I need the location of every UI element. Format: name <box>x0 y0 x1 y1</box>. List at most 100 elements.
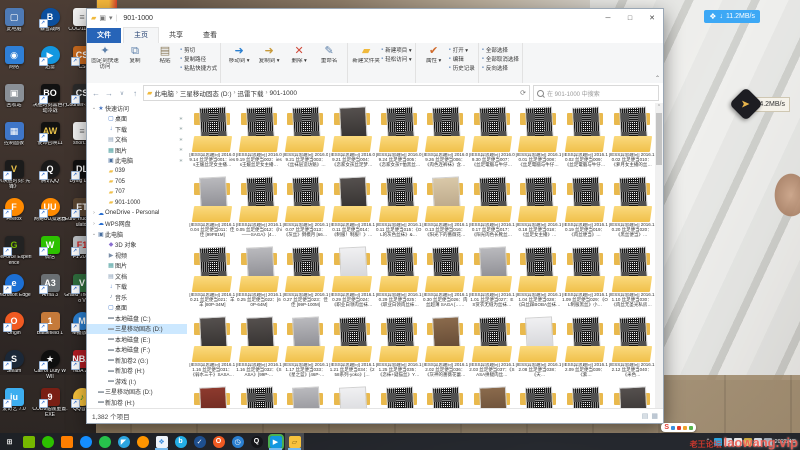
breadcrumb-segment[interactable]: 此电脑 <box>154 88 174 98</box>
file-item[interactable]: [IESS异思趣向] 2016.12.09 丝足便当039：《紫… <box>562 316 609 387</box>
file-item[interactable]: [IESS异思趣向] 2016.10.29 丝足便当024：《职业白领肉丝袜… <box>329 246 376 317</box>
sogou-tool-icon-3[interactable] <box>689 425 693 430</box>
thunder-bird-icon[interactable]: ➤ <box>729 87 764 121</box>
up-button[interactable]: ↑ <box>130 89 140 98</box>
taskbar-thunder[interactable]: ▶ <box>266 433 285 450</box>
file-item[interactable]: [IESS异思趣向] 2016.10.17 丝足便当017：《阳光肉色长靴丝… <box>469 176 516 247</box>
sidebar-item-705[interactable]: ▰ 705 <box>87 177 187 188</box>
search-box[interactable]: 在 901-1000 中搜索 <box>533 85 659 101</box>
taskbar-app-green[interactable] <box>95 433 114 450</box>
vertical-scrollbar[interactable]: ⌃ <box>655 103 663 409</box>
file-item[interactable]: [IESS异思趣向] 2016.10.02 丝足便当009：《丝足電腦与牛仔… <box>562 106 609 177</box>
sidebar-item-文档[interactable]: ▤ 文档 <box>87 271 187 282</box>
forward-button[interactable]: → <box>104 89 114 98</box>
maximize-button[interactable]: □ <box>619 9 641 27</box>
file-item[interactable]: [IESS异思趣向] 2016.12.03 丝足便当037：《SASA拼腿肉丝… <box>469 316 516 387</box>
taskbar-wechat[interactable] <box>38 433 57 450</box>
sidebar-item-OneDrive - Personal[interactable]: › ☁ OneDrive - Personal <box>87 208 187 219</box>
file-item[interactable]: [IESS异思趣向] 2016.09.19 丝足便当002：iess王媛丝足女主… <box>236 106 283 177</box>
taskbar-cluster-app[interactable]: ❖ <box>152 433 171 450</box>
breadcrumb-segment[interactable]: 迅雷下载 <box>238 88 264 98</box>
sidebar-item-下载[interactable]: ↓ 下载 <box>87 282 187 293</box>
file-item[interactable]: [IESS异思趣向] 2016.10.04 丝足便当011：佳佳 [99P81M… <box>189 176 236 247</box>
refresh-icon[interactable]: ⟳ <box>520 89 526 97</box>
file-item[interactable] <box>329 386 376 409</box>
quick-access-toolbar[interactable]: ▰ ▣ ▾ | <box>87 14 121 23</box>
desktop-icon-Steam[interactable]: S ↗ Steam <box>0 350 32 375</box>
file-item[interactable]: [IESS异思趣向] 2016.10.29 丝足便当025：《职业白领肉丝袜… <box>375 246 422 317</box>
sidebar-item-三星移动固态 (D:)[interactable]: ▬ 三星移动固态 (D:) <box>87 387 187 398</box>
file-item[interactable] <box>282 386 329 409</box>
taskbar-battlenet[interactable] <box>76 433 95 450</box>
thumbnail-view-icon[interactable]: ▦ <box>651 412 658 420</box>
ribbon-button-固定到快速访问[interactable]: ✦ 固定到快速访问 <box>90 44 120 70</box>
ribbon-button-新建项目[interactable]: ▪ 新建项目 ▾ <box>381 46 411 54</box>
taskbar-bilibili[interactable]: b <box>171 433 190 450</box>
scrollbar-thumb[interactable] <box>656 113 662 165</box>
desktop-icon-爱奇艺 7.0[interactable]: iu ↗ 爱奇艺 7.0 <box>0 388 32 413</box>
sidebar-item-本地磁盘 (E:)[interactable]: ▬ 本地磁盘 (E:) <box>87 334 187 345</box>
file-item[interactable]: [IESS异思趣向] 2016.11.16 丝足便当032：《SASA》[99P… <box>236 316 283 387</box>
file-item[interactable]: [IESS异思趣向] 2016.09.26 丝足便当006：《肉色连裤袜》含… <box>422 106 469 177</box>
tab-文件[interactable]: 文件 <box>87 28 121 43</box>
file-item[interactable]: [IESS异思趣向] 2016.11.10 丝足便当030：《肉丝无圣光私房… <box>608 246 655 317</box>
collapse-ribbon-icon[interactable]: ⌃ <box>655 75 660 82</box>
ribbon-button-复制[interactable]: ⧉ 复制 <box>120 44 150 64</box>
sidebar-item-901-1000[interactable]: ▰ 901-1000 <box>87 198 187 209</box>
sidebar-item-WPS网盘[interactable]: › ☁ WPS网盘 <box>87 219 187 230</box>
qat-properties-icon[interactable]: ▣ <box>99 14 106 22</box>
desktop-icon-Arma 3[interactable]: A3 ↗ Arma 3 <box>32 274 68 299</box>
desktop-icon-使命召唤11[interactable]: AW ↗ 使命召唤11 <box>32 122 68 147</box>
close-button[interactable]: ✕ <box>641 9 663 27</box>
file-item[interactable]: [IESS异思趣向] 2016.10.20 丝足便当020：《黑丝便当》… <box>608 176 655 247</box>
ribbon-button-反向选择[interactable]: ▪ 反向选择 <box>482 64 519 72</box>
file-item[interactable]: [IESS异思趣向] 2016.10.30 丝足便当026：肉丝超薄 SAGA … <box>422 246 469 317</box>
desktop-icon-Battlefield 1[interactable]: 1 ↗ Battlefield 1 <box>32 312 68 337</box>
file-item[interactable]: [IESS异思趣向] 2016.11.09 丝足便当029：《OL制服黑丝》小… <box>562 246 609 317</box>
file-item[interactable]: [IESS异思趣向] 2016.09.14 丝足便当001：iess王媛丝足女主… <box>189 106 236 177</box>
desktop-icon-GeForce Experience[interactable]: G↗GeForce Experience <box>0 236 32 266</box>
sidebar-item-707[interactable]: ▰ 707 <box>87 187 187 198</box>
file-item[interactable]: [IESS异思趣向] 2016.10.18 丝足便当018：《丝足女主播》… <box>515 176 562 247</box>
taskbar-telegram[interactable]: ◤ <box>114 433 133 450</box>
tab-查看[interactable]: 查看 <box>193 28 227 43</box>
file-item[interactable]: [IESS异思趣向] 2016.11.17 丝足便当033：《星之蓝》[46P-… <box>282 316 329 387</box>
file-item[interactable]: [IESS异思趣向] 2016.09.30 丝足便当007：《丝足電腦与牛仔… <box>469 106 516 177</box>
file-item[interactable]: [IESS异思趣向] 2016.09.21 丝足便当004：《恋家女孩丝足梦… <box>329 106 376 177</box>
sogou-input-bar[interactable]: S <box>661 423 696 432</box>
breadcrumb[interactable]: 此电脑 › 三星移动固态 (D:) › 迅雷下载 › 901-1000 <box>154 88 297 99</box>
sidebar-item-本地磁盘 (F:)[interactable]: ▬ 本地磁盘 (F:) <box>87 345 187 356</box>
file-item[interactable]: [IESS异思趣向] 2016.12.12 丝足便当040：《米色… <box>608 316 655 387</box>
details-view-icon[interactable]: ▤ <box>642 412 649 420</box>
ribbon-button-编辑[interactable]: ▪ 编辑 <box>449 55 475 63</box>
file-item[interactable]: [IESS异思趣向] 2016.10.05 丝足便当012：《hi——SAGA》… <box>236 176 283 247</box>
desktop-icon-《决胜时刻: 先锋》[interactable]: V ↗ 《决胜时刻: 先锋》 <box>0 160 32 190</box>
file-item[interactable]: [IESS异思趣向] 2016.10.27 丝足便当023：佳佳 [99P-10… <box>282 246 329 317</box>
sidebar-item-快速访问[interactable]: ⌄ ★ 快速访问 <box>87 103 187 114</box>
desktop-icon-暴雪战网[interactable]: B ↗ 暴雪战网 <box>32 8 68 33</box>
qat-dropdown-icon[interactable]: ▾ <box>109 14 113 22</box>
file-item[interactable]: [IESS异思趣向] 2016.11.04 丝足便当028：《白丝踩BOBA丝袜… <box>515 246 562 317</box>
sidebar-item-本地磁盘 (C:)[interactable]: ▬ 本地磁盘 (C:) <box>87 313 187 324</box>
desktop-icon-网易UU加速器[interactable]: UU ↗ 网易UU加速器 <box>32 198 68 223</box>
sogou-tool-icon-2[interactable] <box>683 425 687 430</box>
scroll-up-icon[interactable]: ⌃ <box>655 103 663 111</box>
file-item[interactable] <box>422 386 469 409</box>
taskbar-clock-app[interactable]: ◷ <box>228 433 247 450</box>
file-item[interactable]: [IESS异思趣向] 2016.10.02 丝足便当010：《萝月女主播的丝… <box>608 106 655 177</box>
desktop-icon-回收站[interactable]: ▣ 回收站 <box>0 84 32 109</box>
sidebar-item-视频[interactable]: ▶ 视频 <box>87 250 187 261</box>
ribbon-button-重命名[interactable]: ✎ 重命名 <box>314 44 344 64</box>
file-item[interactable]: [IESS异思趣向] 2016.10.21 丝足便当021：羊羊 [80P-34… <box>189 246 236 317</box>
tab-主页[interactable]: 主页 <box>123 27 159 43</box>
thunder-speed-widget[interactable]: ➤ 4.2MB/s <box>729 87 790 121</box>
file-item[interactable]: [IESS异思趣向] 2016.11.01 丝足便当027：ES赏衣无缝为丝袜… <box>469 246 516 317</box>
file-item[interactable]: [IESS异思趣向] 2016.11.25 丝足便当035：《恋袜+疑猫丝》Y… <box>375 316 422 387</box>
desktop-icon-决胜时刻黑色行动冷战[interactable]: BO ↗ 决胜时刻黑色行动冷战 <box>32 84 68 114</box>
title-bar[interactable]: ▰ ▣ ▾ | 901-1000 ─ □ ✕ <box>87 9 663 27</box>
ribbon-button-属性[interactable]: ✔ 属性 ▾ <box>419 44 449 64</box>
file-item[interactable]: [IESS异思趣向] 2016.12.08 丝足便当038：《天… <box>515 316 562 387</box>
file-item[interactable]: [IESS异思趣向] 2016.10.13 丝足便当016：《阳光下的薔薇花… <box>422 176 469 247</box>
desktop-icon-Firefox[interactable]: F ↗ Firefox <box>0 198 32 223</box>
taskbar-nvidia[interactable] <box>19 433 38 450</box>
